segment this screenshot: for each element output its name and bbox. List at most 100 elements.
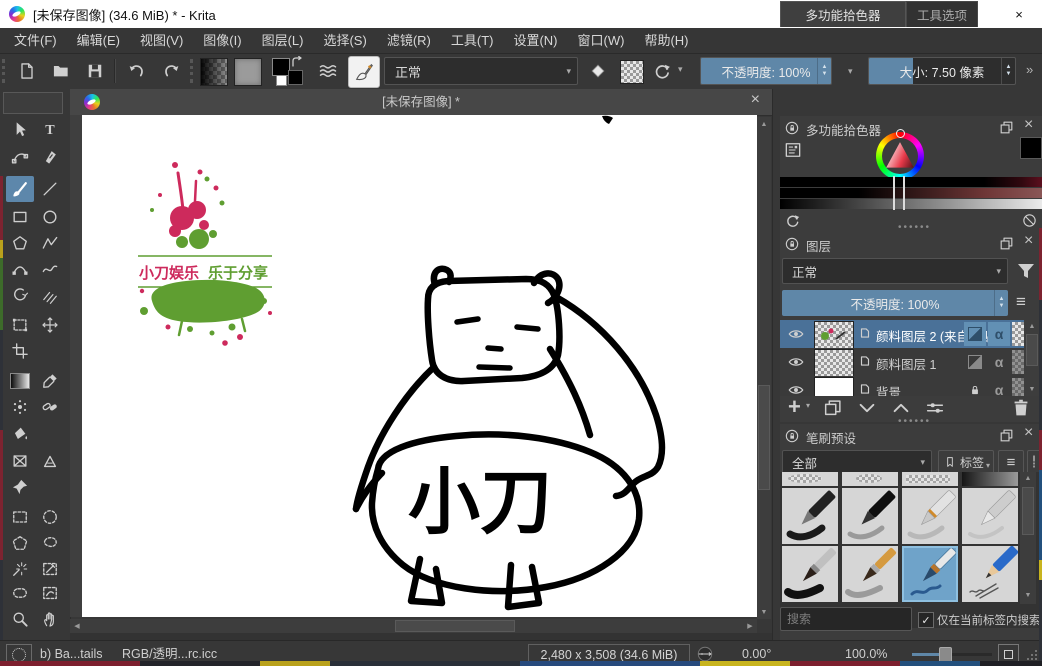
layers-close-icon[interactable]: × [1024,232,1033,250]
menu-file[interactable]: 文件(F) [4,28,67,54]
zoom-slider[interactable] [912,653,992,656]
tab-tool-options[interactable]: 工具选项 [906,1,978,27]
layer-opacity-slider[interactable]: 不透明度: 100% ▲▼ [782,290,1008,316]
tool-color-sampler[interactable] [36,368,64,394]
tool-smart-patch[interactable] [36,394,64,420]
reload-preset-button[interactable] [648,56,676,86]
no-color-icon[interactable] [1021,212,1038,229]
hue-marker[interactable] [896,129,905,138]
tool-edit-shapes[interactable] [6,144,34,170]
hscroll-right-icon[interactable]: ▶ [743,619,757,633]
tool-outline-select[interactable] [36,580,64,606]
brush-preset-tile-ink-pen[interactable] [782,488,838,544]
tool-transform[interactable] [6,312,34,338]
tool-multibrush[interactable] [36,282,64,308]
visibility-eye-icon[interactable] [787,353,805,371]
brush-grid-scrollbar[interactable]: ▲ ▼ [1020,472,1036,604]
tool-polygon[interactable] [6,230,34,256]
vscroll-down-icon[interactable]: ▼ [757,605,771,619]
tool-pan[interactable] [36,606,64,632]
toolbox-header[interactable] [3,92,63,114]
tool-bezier-select[interactable] [36,556,64,582]
layer-thumbnail[interactable] [814,321,854,349]
menu-view[interactable]: 视图(V) [130,28,193,54]
opacity-dropdown-arrow-icon[interactable]: ▾ [848,66,853,77]
tool-calligraphy[interactable] [36,144,64,170]
vscroll-thumb[interactable] [758,385,770,490]
alpha-lock-toggle[interactable]: α [988,322,1010,346]
new-document-button[interactable] [12,56,42,86]
tab-advanced-color-selector[interactable]: 多功能拾色器 [780,1,906,27]
toolbar-grip-2[interactable] [190,59,197,83]
grid-scroll-thumb[interactable] [1022,487,1034,535]
tool-freehand-select[interactable] [36,530,64,556]
blending-mode-dropdown[interactable]: 正常 ▾ [384,57,578,85]
alpha-lock-toggle[interactable]: α [988,378,1010,396]
menu-settings[interactable]: 设置(N) [503,28,567,54]
value-bar-2[interactable] [780,188,1042,198]
resize-grip[interactable] [1026,649,1038,661]
brush-preset-tile-silver-pen[interactable] [902,488,958,544]
alpha-lock-toggle[interactable]: α [988,350,1010,374]
layer-filter-icon[interactable] [1014,259,1038,283]
layer-opacity-spinner[interactable]: ▲▼ [994,290,1008,316]
opacity-slider[interactable]: 不透明度: 100% ▲▼ [700,57,832,85]
tool-similar-color-select[interactable] [6,556,34,582]
opacity-spinner[interactable]: ▲▼ [817,58,831,84]
tool-polygon-select[interactable] [6,530,34,556]
layer-blend-mode-dropdown[interactable]: 正常 ▾ [782,258,1008,284]
tool-bezier-curve[interactable] [6,256,34,282]
layers-float-icon[interactable] [998,235,1015,252]
tool-polyline[interactable] [36,230,64,256]
layer-options-icon[interactable]: ≡ [1016,292,1026,312]
tool-ellipse-select[interactable] [36,504,64,530]
tool-transform-select[interactable] [6,116,34,142]
tool-pattern-edit[interactable] [6,394,34,420]
brush-preset-tile-metal-pen[interactable] [962,488,1018,544]
brushes-lock-icon[interactable] [784,428,800,444]
layer-lock-toggle[interactable] [964,378,986,396]
menu-window[interactable]: 窗口(W) [568,28,635,54]
docker-lock-icon[interactable] [784,120,800,136]
brush-search-input[interactable] [780,607,912,631]
swap-colors-icon[interactable] [291,56,303,68]
save-button[interactable] [80,56,110,86]
layers-lock-icon[interactable] [784,236,800,252]
menu-edit[interactable]: 编辑(E) [67,28,130,54]
brush-preset-tile-paint-brush[interactable] [782,546,838,602]
choose-brush-preset-button[interactable] [314,56,342,86]
tool-text[interactable]: T [36,116,64,142]
selector-settings-icon[interactable] [783,140,803,160]
splitter-handle[interactable]: •••••• [898,226,931,230]
menu-select[interactable]: 选择(S) [313,28,376,54]
close-button[interactable]: × [996,0,1042,28]
menu-filter[interactable]: 滤镜(R) [377,28,441,54]
value-bar-1[interactable] [780,177,1042,187]
value-bar-3[interactable] [780,199,1042,209]
tool-rect-select[interactable] [6,504,34,530]
tool-ellipse[interactable] [36,204,64,230]
layer-thumbnail[interactable] [814,349,854,377]
background-color-swatch[interactable] [276,75,287,86]
menu-image[interactable]: 图像(I) [193,28,251,54]
add-layer-dropdown-icon[interactable]: ▾ [806,401,810,410]
hscroll-thumb[interactable] [395,620,515,632]
undo-button[interactable] [122,56,152,86]
layer-row-selected[interactable]: 颜料图层 2 (来自粘贴) α [780,320,1024,348]
add-layer-button[interactable]: + [788,394,801,420]
tag-button[interactable]: 标签 ▾ [938,450,994,474]
layer-row-background[interactable]: 背景 α [780,376,1024,396]
menu-help[interactable]: 帮助(H) [634,28,698,54]
brush-preset-tile[interactable] [782,472,838,486]
document-close-icon[interactable]: × [751,91,760,109]
document-tab-title[interactable]: [未保存图像] * [70,89,772,115]
toolbar-overflow-button[interactable]: » [1026,62,1033,77]
brush-size-spinner[interactable]: ▲▼ [1001,58,1015,84]
layer-alpha-chip[interactable] [1012,350,1024,374]
grid-scroll-down-icon[interactable]: ▼ [1020,589,1036,602]
tool-enclose-fill[interactable] [6,448,34,474]
tool-gradient[interactable] [6,368,34,394]
layers-scroll-up-icon[interactable]: ▲ [1024,320,1040,332]
brush-preset-tile-marker[interactable] [842,488,898,544]
canvas-hscrollbar[interactable]: ◀ ▶ [70,619,757,633]
